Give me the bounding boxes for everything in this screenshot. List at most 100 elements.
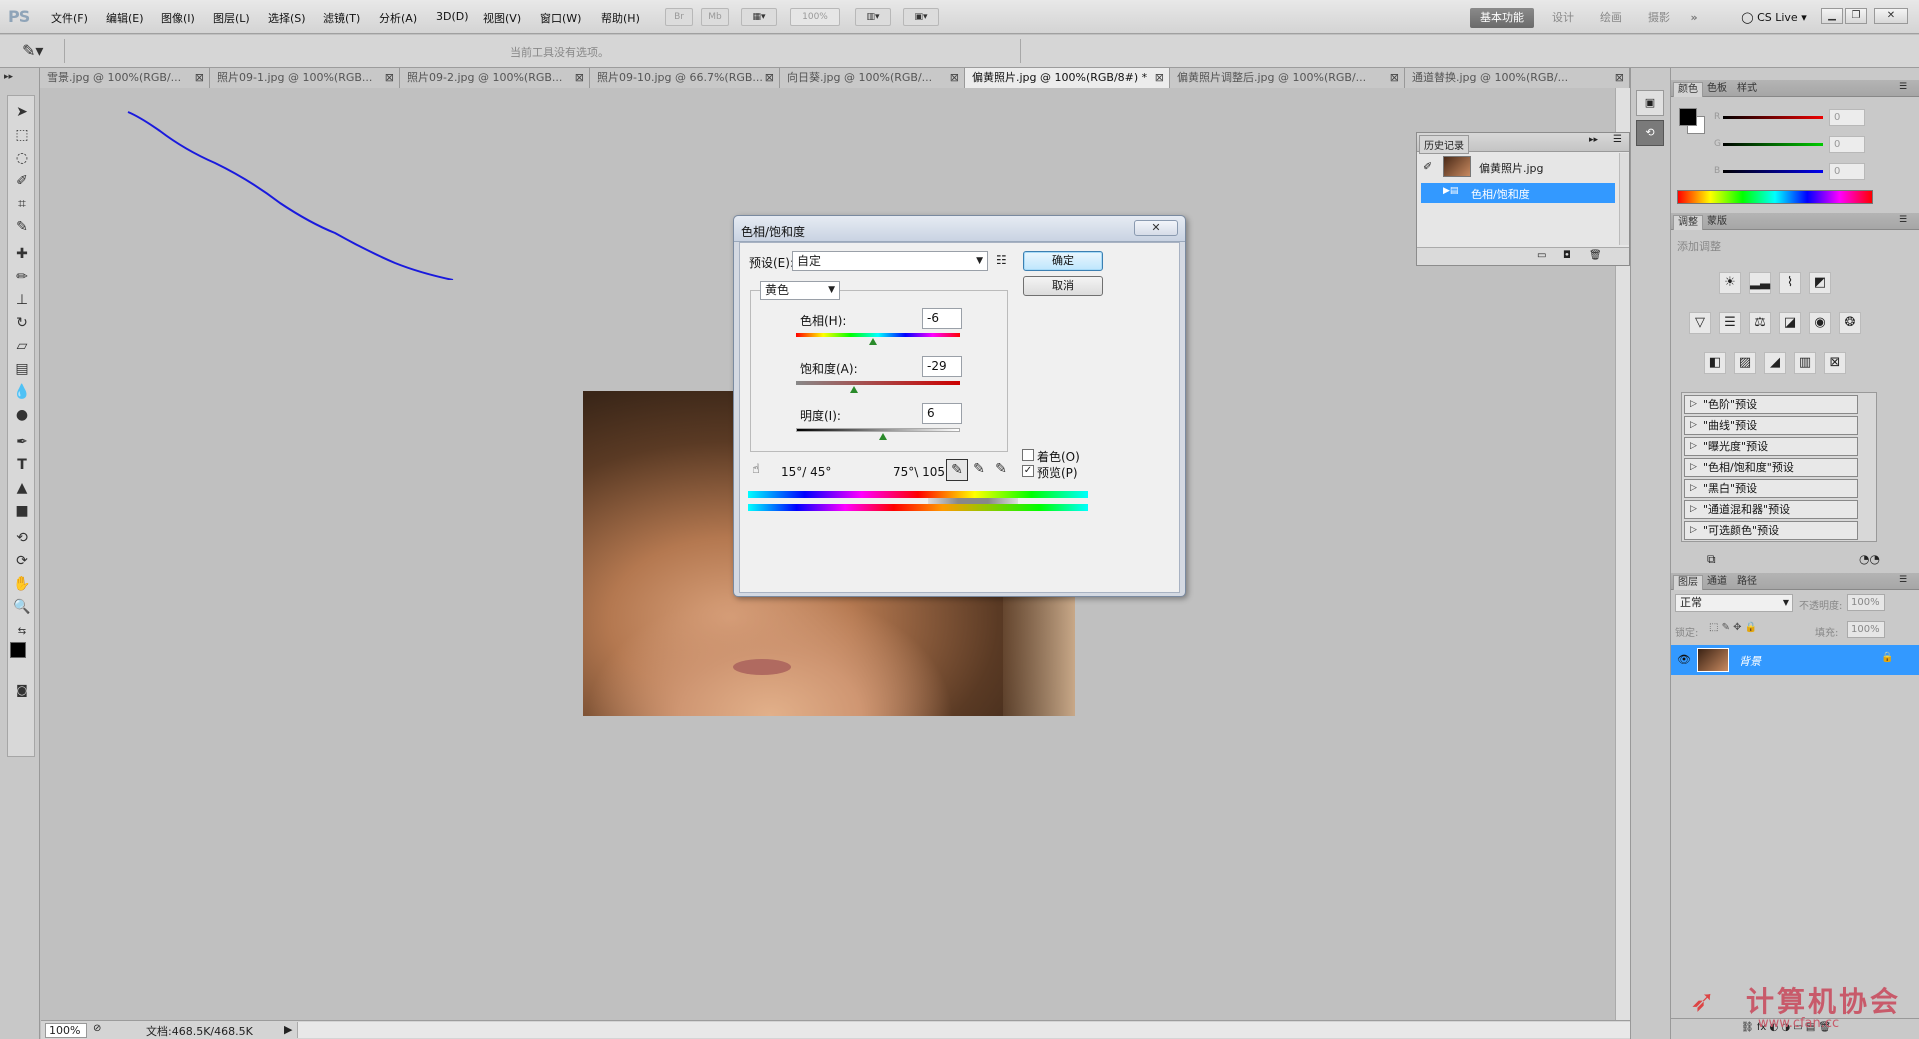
- g-slider[interactable]: [1723, 143, 1823, 146]
- menu-filter[interactable]: 滤镜(T): [323, 10, 360, 26]
- close-tab-icon[interactable]: ⊠: [765, 68, 774, 88]
- preset-options-icon[interactable]: ☷: [996, 253, 1007, 267]
- tab-document[interactable]: 雪景.jpg @ 100%(RGB/... ⊠: [40, 68, 210, 88]
- preset-exposure[interactable]: ▷ "曝光度"预设: [1684, 437, 1858, 456]
- brightness-contrast-icon[interactable]: ☀: [1719, 272, 1741, 294]
- tab-masks[interactable]: 蒙版: [1703, 215, 1731, 230]
- fill-field[interactable]: 100%: [1847, 621, 1885, 638]
- navigator-panel-icon[interactable]: ▣: [1636, 90, 1664, 116]
- layer-name[interactable]: 背景: [1739, 653, 1761, 669]
- preset-select[interactable]: 自定 ▼: [792, 251, 988, 271]
- menu-file[interactable]: 文件(F): [51, 10, 88, 26]
- tab-document[interactable]: 通道替换.jpg @ 100%(RGB/... ⊠: [1405, 68, 1630, 88]
- menu-edit[interactable]: 编辑(E): [106, 10, 144, 26]
- clip-to-layer-icon[interactable]: ⧉: [1707, 552, 1716, 567]
- close-tab-icon[interactable]: ⊠: [1615, 68, 1624, 88]
- dialog-titlebar[interactable]: 色相/饱和度 ✕: [734, 216, 1185, 242]
- r-value[interactable]: 0: [1829, 109, 1865, 126]
- blend-mode-select[interactable]: 正常 ▼: [1675, 594, 1793, 612]
- r-slider[interactable]: [1723, 116, 1823, 119]
- move-tool-icon[interactable]: ➤: [12, 102, 32, 122]
- cancel-button[interactable]: 取消: [1023, 276, 1103, 296]
- adjustment-options-icon[interactable]: ◔◔: [1859, 552, 1880, 566]
- zoom-level-field[interactable]: 100%: [790, 8, 840, 26]
- saturation-slider-thumb[interactable]: [850, 386, 858, 393]
- shape-tool-icon[interactable]: ■: [12, 501, 32, 521]
- tab-swatches[interactable]: 色板: [1703, 82, 1731, 97]
- hand-tool-icon[interactable]: ✋: [12, 574, 32, 594]
- arrange-documents-button[interactable]: ▥▾: [855, 8, 891, 26]
- preset-hue-saturation[interactable]: ▷ "色相/饱和度"预设: [1684, 458, 1858, 477]
- b-slider[interactable]: [1723, 170, 1823, 173]
- type-tool-icon[interactable]: T: [12, 455, 32, 475]
- screen-mode-button[interactable]: ▣▾: [903, 8, 939, 26]
- levels-icon[interactable]: ▂▃: [1749, 272, 1771, 294]
- restore-button[interactable]: ❐: [1845, 8, 1867, 24]
- preset-curves[interactable]: ▷ "曲线"预设: [1684, 416, 1858, 435]
- lightness-input[interactable]: 6: [922, 403, 962, 424]
- hue-slider-thumb[interactable]: [869, 338, 877, 345]
- tab-document-active[interactable]: 偏黄照片.jpg @ 100%(RGB/8#) * ⊠: [965, 68, 1170, 88]
- status-menu-arrow-icon[interactable]: ▶: [284, 1023, 292, 1036]
- crop-tool-icon[interactable]: ⌗: [12, 194, 32, 214]
- preset-levels[interactable]: ▷ "色阶"预设: [1684, 395, 1858, 414]
- targeted-adjustment-hand-icon[interactable]: ☝: [752, 462, 760, 477]
- close-tab-icon[interactable]: ⊠: [385, 68, 394, 88]
- tab-color[interactable]: 颜色: [1673, 82, 1703, 97]
- tab-document[interactable]: 向日葵.jpg @ 100%(RGB/... ⊠: [780, 68, 965, 88]
- threshold-icon[interactable]: ◢: [1764, 352, 1786, 374]
- history-brush-tool-icon[interactable]: ↻: [12, 313, 32, 333]
- workspace-photography[interactable]: 摄影: [1641, 8, 1677, 28]
- delete-state-icon[interactable]: 🗑: [1589, 250, 1602, 261]
- brush-tool-icon[interactable]: ✏: [12, 267, 32, 287]
- 3d-rotate-tool-icon[interactable]: ⟲: [12, 528, 32, 548]
- quick-mask-icon[interactable]: ◙: [12, 680, 32, 700]
- new-document-from-state-icon[interactable]: ▭: [1537, 250, 1546, 261]
- eyedropper-icon[interactable]: ✎: [946, 459, 968, 481]
- lock-options-icons[interactable]: ⬚ ✎ ✥ 🔒: [1709, 622, 1757, 633]
- tab-channels[interactable]: 通道: [1703, 575, 1731, 590]
- close-tab-icon[interactable]: ⊠: [195, 68, 204, 88]
- tab-adjustments[interactable]: 调整: [1673, 215, 1703, 230]
- tab-document[interactable]: 照片09-1.jpg @ 100%(RGB... ⊠: [210, 68, 400, 88]
- mini-bridge-button[interactable]: Mb: [701, 8, 729, 26]
- eyedropper-minus-icon[interactable]: ✎: [990, 459, 1012, 481]
- preset-channel-mixer[interactable]: ▷ "通道混和器"预设: [1684, 500, 1858, 519]
- black-white-icon[interactable]: ◪: [1779, 312, 1801, 334]
- menu-view[interactable]: 视图(V): [483, 10, 521, 26]
- close-tab-icon[interactable]: ⊠: [575, 68, 584, 88]
- history-snapshot[interactable]: ✐ 偏黄照片.jpg: [1421, 156, 1615, 178]
- tab-layers[interactable]: 图层: [1673, 575, 1703, 590]
- horizontal-scrollbar[interactable]: [297, 1022, 1630, 1038]
- swap-colors-icon[interactable]: ⇆: [12, 622, 32, 642]
- panel-menu-icon[interactable]: ☰: [1899, 82, 1907, 92]
- tab-styles[interactable]: 样式: [1733, 82, 1761, 97]
- pen-tool-icon[interactable]: ✒: [12, 432, 32, 452]
- color-balance-icon[interactable]: ⚖: [1749, 312, 1771, 334]
- dialog-close-button[interactable]: ✕: [1134, 220, 1178, 236]
- color-spectrum-bar[interactable]: [1677, 190, 1873, 204]
- panel-menu-icon[interactable]: ☰: [1899, 215, 1907, 225]
- history-scrollbar[interactable]: [1619, 153, 1629, 245]
- new-snapshot-icon[interactable]: ◘: [1563, 250, 1571, 261]
- vibrance-icon[interactable]: ▽: [1689, 312, 1711, 334]
- marquee-tool-icon[interactable]: ⬚: [12, 125, 32, 145]
- clone-stamp-tool-icon[interactable]: ⊥: [12, 290, 32, 310]
- eyedropper-plus-icon[interactable]: ✎: [968, 459, 990, 481]
- channel-mixer-icon[interactable]: ❂: [1839, 312, 1861, 334]
- close-tab-icon[interactable]: ⊠: [1155, 68, 1164, 88]
- preset-selective-color[interactable]: ▷ "可选颜色"预设: [1684, 521, 1858, 540]
- tab-document[interactable]: 照片09-10.jpg @ 66.7%(RGB... ⊠: [590, 68, 780, 88]
- blur-tool-icon[interactable]: 💧: [12, 382, 32, 402]
- layer-row-selected[interactable]: 👁 背景 🔒: [1671, 645, 1919, 675]
- saturation-slider-track[interactable]: [796, 381, 960, 385]
- layer-visibility-eye-icon[interactable]: 👁: [1677, 653, 1691, 666]
- preview-checkbox[interactable]: ✓: [1022, 465, 1034, 477]
- menu-analysis[interactable]: 分析(A): [379, 10, 417, 26]
- minimize-button[interactable]: ▁: [1821, 8, 1843, 24]
- gradient-tool-icon[interactable]: ▤: [12, 359, 32, 379]
- hue-slider-track[interactable]: [796, 333, 960, 337]
- panel-menu-icon[interactable]: ☰: [1613, 134, 1622, 145]
- menu-select[interactable]: 选择(S): [268, 10, 306, 26]
- tab-paths[interactable]: 路径: [1733, 575, 1761, 590]
